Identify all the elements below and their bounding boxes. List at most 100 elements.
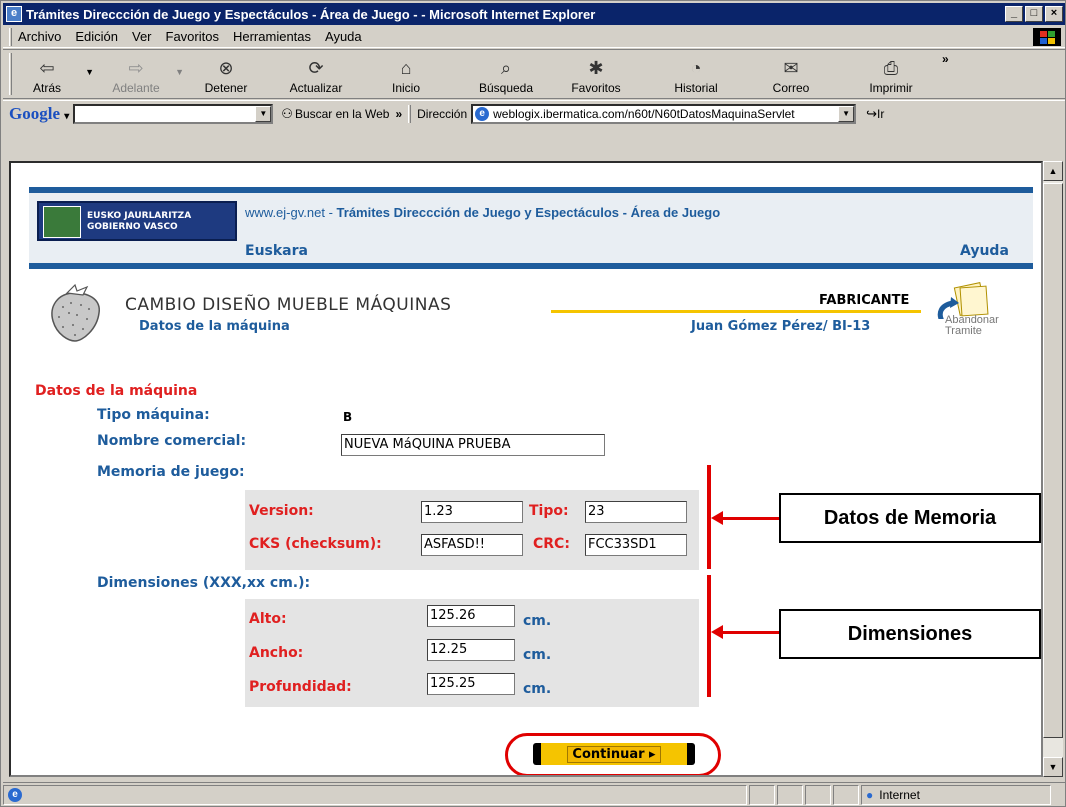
window-title: Trámites Direccción de Juego y Espectácu… (26, 6, 596, 22)
print-label: Imprimir (869, 81, 913, 95)
forward-label: Adelante (112, 81, 160, 95)
history-button[interactable]: ◔ Historial (656, 51, 736, 97)
dimensiones-arrow-icon (711, 625, 779, 639)
back-dropdown-icon[interactable]: ▼ (85, 67, 94, 77)
google-dropdown-icon[interactable]: ▼ (255, 105, 272, 122)
cks-input[interactable]: ASFASD!! (421, 534, 523, 556)
version-input[interactable]: 1.23 (421, 501, 523, 523)
menu-edicion[interactable]: Edición (75, 29, 118, 44)
alto-input[interactable]: 125.26 (427, 605, 515, 627)
site-link[interactable]: www.ej-gv.net (245, 205, 325, 220)
history-icon: ◔ (690, 58, 702, 78)
page-subtitle: Datos de la máquina (139, 319, 290, 334)
profundidad-input[interactable]: 125.25 (427, 673, 515, 695)
scroll-up-icon[interactable]: ▲ (1043, 161, 1063, 181)
google-search-web-button[interactable]: Buscar en la Web (295, 107, 390, 121)
browser-window: e Trámites Direccción de Juego y Espectá… (0, 0, 1066, 807)
menu-ayuda[interactable]: Ayuda (325, 29, 362, 44)
favorites-button[interactable]: ✱ Favoritos (556, 51, 636, 97)
status-cell-4 (833, 784, 859, 805)
google-logo: Google ▾ (9, 103, 70, 123)
address-input[interactable]: e weblogix.ibermatica.com/n60t/N60tDatos… (471, 103, 857, 124)
ie-page-icon: e (475, 106, 490, 121)
address-grip (408, 104, 412, 123)
section-heading: Datos de la máquina (35, 383, 198, 399)
site-title: Trámites Direccción de Juego y Espectácu… (336, 205, 721, 220)
logo-line1: EUSKO JAURLARITZA (87, 211, 192, 221)
favorites-icon: ✱ (588, 58, 604, 78)
role-label: FABRICANTE (819, 293, 910, 308)
scroll-thumb[interactable] (1043, 183, 1063, 738)
windows-logo-icon (1033, 28, 1061, 46)
mail-label: Correo (772, 81, 810, 95)
google-logo-text: Google (9, 103, 60, 123)
header-bottom-rule (29, 263, 1033, 269)
home-button[interactable]: ⌂ Inicio (376, 51, 436, 97)
close-button[interactable]: × (1045, 6, 1063, 22)
status-text-cell: e (3, 784, 747, 805)
crc-input[interactable]: FCC33SD1 (585, 534, 687, 556)
menu-grip (9, 27, 12, 46)
print-button[interactable]: ⎙ Imprimir (856, 51, 926, 97)
forward-dropdown-icon[interactable]: ▼ (175, 67, 184, 77)
address-dropdown-icon[interactable]: ▼ (838, 105, 855, 122)
mail-button[interactable]: ✉ Correo (756, 51, 826, 97)
go-arrow-icon[interactable]: ↪ (866, 106, 877, 122)
menu-ver[interactable]: Ver (132, 29, 152, 44)
address-label: Dirección (417, 106, 468, 121)
strawberry-icon (51, 283, 100, 342)
nombre-comercial-input[interactable]: NUEVA MáQUINA PRUEBA (341, 434, 605, 456)
euskara-link[interactable]: Euskara (245, 243, 308, 259)
stop-label: Detener (204, 81, 248, 95)
vertical-scrollbar[interactable]: ▲ ▼ (1043, 161, 1063, 777)
search-button[interactable]: ⌕ Búsqueda (466, 51, 546, 97)
dimensiones-label: Dimensiones (XXX,xx cm.): (97, 575, 311, 591)
profundidad-unit: cm. (523, 681, 552, 697)
tipo-input[interactable]: 23 (585, 501, 687, 523)
maximize-button[interactable]: □ (1025, 6, 1043, 22)
memoria-juego-label: Memoria de juego: (97, 464, 245, 480)
toolbar-overflow-icon[interactable]: » (942, 52, 949, 66)
title-bar: e Trámites Direccción de Juego y Espectá… (3, 3, 1065, 25)
scroll-down-icon[interactable]: ▼ (1043, 757, 1063, 777)
globe-icon: ● (866, 787, 874, 802)
google-search-input[interactable]: ▼ (73, 103, 274, 124)
back-button[interactable]: ⇦ Atrás ▼ (18, 51, 94, 97)
refresh-button[interactable]: ⟳ Actualizar (276, 51, 356, 97)
web-page: EUSKO JAURLARITZA GOBIERNO VASCO www.ej-… (11, 163, 1041, 775)
title-underline (551, 310, 921, 313)
standard-toolbar: ⇦ Atrás ▼ ⇨ Adelante ▼ ⊗ Detener ⟳ Actua… (3, 49, 1065, 99)
gobierno-vasco-logo[interactable]: EUSKO JAURLARITZA GOBIERNO VASCO (37, 201, 237, 241)
status-cell-2 (777, 784, 803, 805)
toolbar-grip (9, 53, 12, 95)
menu-herramientas[interactable]: Herramientas (233, 29, 311, 44)
status-cell-3 (805, 784, 831, 805)
back-label: Atrás (32, 81, 61, 95)
google-overflow-icon[interactable]: » (395, 107, 402, 121)
ancho-input[interactable]: 12.25 (427, 639, 515, 661)
crc-label: CRC: (533, 536, 570, 552)
nombre-comercial-label: Nombre comercial: (97, 433, 247, 449)
abandon-label: Abandonar Tramite (945, 315, 999, 337)
ancho-label: Ancho: (249, 645, 304, 661)
go-label[interactable]: Ir (877, 107, 884, 121)
heading-separator: - (324, 205, 337, 220)
continue-button[interactable]: Continuar ▸ (533, 743, 695, 765)
profundidad-label: Profundidad: (249, 679, 352, 695)
history-label: Historial (674, 81, 718, 95)
menu-favoritos[interactable]: Favoritos (166, 29, 219, 44)
minimize-button[interactable]: _ (1005, 6, 1023, 22)
tipo-maquina-value: B (343, 410, 353, 424)
ancho-unit: cm. (523, 647, 552, 663)
zone-label: Internet (879, 787, 920, 802)
menu-archivo[interactable]: Archivo (18, 29, 61, 44)
ie-page-icon: e (6, 6, 22, 22)
ie-page-icon: e (8, 787, 22, 802)
ayuda-link[interactable]: Ayuda (960, 243, 1009, 259)
abandon-line2: Tramite (945, 325, 982, 337)
stop-button[interactable]: ⊗ Detener (196, 51, 256, 97)
tipo-maquina-label: Tipo máquina: (97, 407, 210, 423)
abandon-tramite-button[interactable]: Abandonar Tramite (925, 279, 1005, 349)
forward-button[interactable]: ⇨ Adelante ▼ (106, 51, 184, 97)
back-arrow-icon: ⇦ (39, 58, 55, 78)
